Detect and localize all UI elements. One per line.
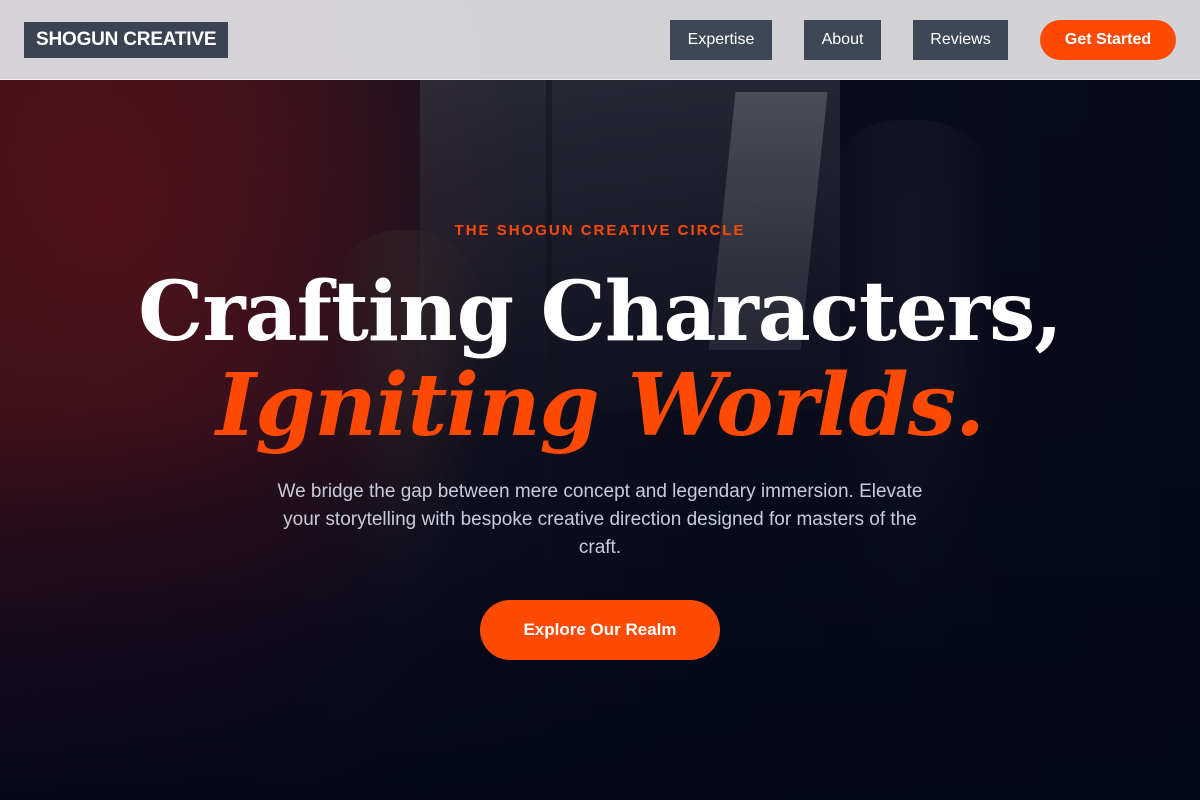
nav-item-expertise[interactable]: Expertise xyxy=(670,20,772,60)
hero-headline-line1: Crafting Characters, xyxy=(138,264,1063,360)
landing-page: SHOGUN CREATIVE Expertise About Reviews … xyxy=(0,0,1200,800)
hero-subtext: We bridge the gap between mere concept a… xyxy=(277,481,923,558)
nav-item-reviews[interactable]: Reviews xyxy=(913,20,1008,60)
nav-item-about[interactable]: About xyxy=(804,20,881,60)
hero-headline-line2: Igniting Worlds. xyxy=(216,355,985,456)
hero-eyebrow: THE SHOGUN CREATIVE CIRCLE xyxy=(454,222,746,239)
top-navbar: SHOGUN CREATIVE Expertise About Reviews … xyxy=(0,0,1200,80)
get-started-button[interactable]: Get Started xyxy=(1040,20,1176,60)
explore-realm-button[interactable]: Explore Our Realm xyxy=(480,600,720,660)
brand-logo[interactable]: SHOGUN CREATIVE xyxy=(24,22,229,58)
